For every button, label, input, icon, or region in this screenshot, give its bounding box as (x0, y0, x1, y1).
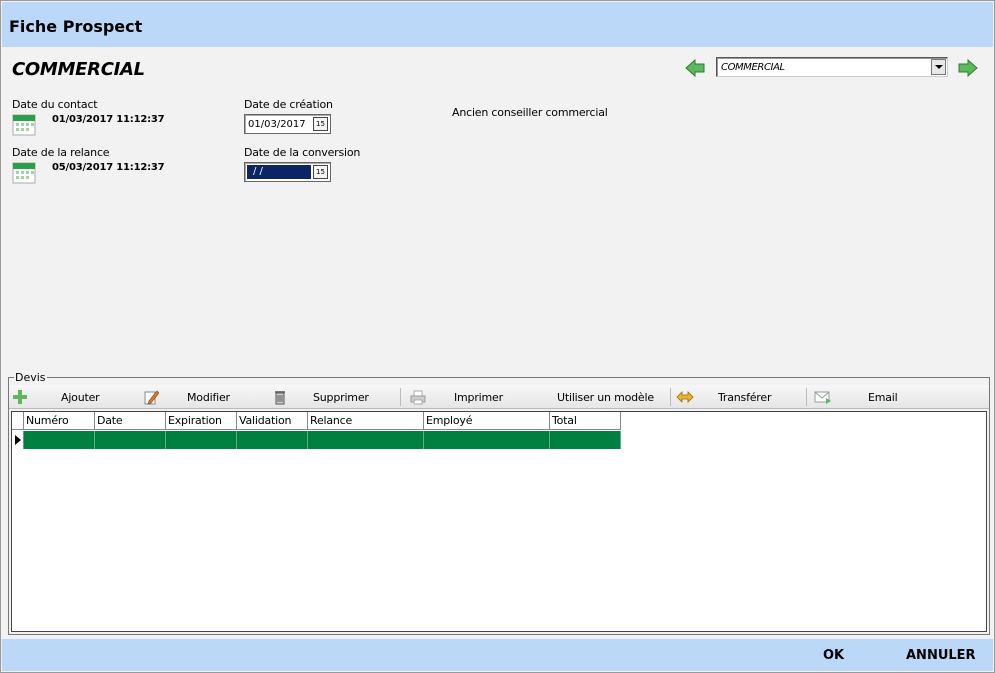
creation-date-value: 01/03/2017 (248, 119, 306, 130)
ok-button[interactable]: OK (823, 648, 844, 663)
contact-date-label: Date du contact (12, 98, 98, 111)
edit-label: Modifier (187, 390, 230, 404)
print-button[interactable]: Imprimer (409, 385, 503, 409)
fiche-prospect-window: Fiche Prospect COMMERCIAL COMMERCIAL Dat… (0, 0, 995, 673)
devis-table[interactable]: Numéro Date Expiration Validation Relanc… (11, 411, 987, 632)
use-template-button[interactable]: Utiliser un modèle (557, 385, 654, 409)
plus-icon (11, 388, 29, 406)
previous-arrow-icon[interactable] (685, 59, 705, 77)
cancel-button[interactable]: ANNULER (906, 648, 976, 663)
transfer-label: Transférer (718, 390, 772, 404)
column-header-total[interactable]: Total (550, 412, 621, 430)
printer-icon (409, 388, 427, 406)
table-cell[interactable] (550, 431, 621, 449)
trash-icon (271, 388, 289, 406)
table-cell[interactable] (24, 431, 95, 449)
email-button[interactable]: Email (814, 385, 898, 409)
table-row[interactable] (12, 431, 621, 449)
contact-date-value: 01/03/2017 11:12:37 (52, 114, 165, 125)
toolbar-divider (400, 388, 401, 406)
delete-button[interactable]: Supprimer (271, 385, 369, 409)
table-cell[interactable] (237, 431, 308, 449)
add-button[interactable]: Ajouter (11, 385, 100, 409)
delete-label: Supprimer (313, 390, 369, 404)
table-cell[interactable] (424, 431, 550, 449)
column-header-date[interactable]: Date (95, 412, 166, 430)
commercial-select-value: COMMERCIAL (721, 62, 785, 73)
chevron-down-icon[interactable] (931, 59, 946, 75)
relance-date-value: 05/03/2017 11:12:37 (52, 162, 165, 173)
table-cell[interactable] (166, 431, 237, 449)
toolbar-divider (806, 388, 807, 406)
column-header-numero[interactable]: Numéro (24, 412, 95, 430)
creation-date-label: Date de création (244, 98, 333, 111)
transfer-button[interactable]: Transférer (676, 385, 771, 409)
conversion-date-label: Date de la conversion (244, 146, 361, 159)
conversion-date-value: / / (247, 165, 311, 179)
pencil-icon (142, 388, 160, 406)
transfer-arrows-icon (676, 388, 694, 406)
next-arrow-icon[interactable] (958, 59, 978, 77)
column-header-employe[interactable]: Employé (424, 412, 550, 430)
calendar-icon[interactable] (12, 112, 36, 136)
title-bar: Fiche Prospect (2, 2, 993, 47)
devis-toolbar: Ajouter Modifier Supprimer Imprimer Util… (9, 385, 989, 409)
toolbar-divider (670, 388, 671, 406)
devis-legend: Devis (14, 371, 47, 384)
calendar-picker-icon[interactable]: 15 (313, 117, 328, 131)
edit-button[interactable]: Modifier (142, 385, 230, 409)
conversion-date-input[interactable]: / / 15 (244, 162, 331, 182)
add-label: Ajouter (61, 390, 100, 404)
column-header-relance[interactable]: Relance (308, 412, 424, 430)
print-label: Imprimer (454, 390, 503, 404)
window-title: Fiche Prospect (9, 17, 143, 36)
table-cell[interactable] (308, 431, 424, 449)
commercial-select[interactable]: COMMERCIAL (716, 57, 948, 77)
calendar-icon[interactable] (12, 160, 36, 184)
email-icon (814, 388, 832, 406)
footer-bar: OK ANNULER (2, 639, 993, 671)
table-cell[interactable] (95, 431, 166, 449)
row-indicator-header (12, 412, 24, 430)
section-title: COMMERCIAL (12, 59, 145, 80)
relance-date-label: Date de la relance (12, 146, 110, 159)
column-header-expiration[interactable]: Expiration (166, 412, 237, 430)
former-advisor-label: Ancien conseiller commercial (452, 106, 608, 119)
calendar-picker-icon[interactable]: 15 (313, 165, 328, 179)
use-template-label: Utiliser un modèle (557, 390, 654, 404)
row-pointer-icon (12, 431, 24, 449)
creation-date-input[interactable]: 01/03/2017 15 (244, 114, 331, 134)
table-header: Numéro Date Expiration Validation Relanc… (12, 412, 621, 430)
column-header-validation[interactable]: Validation (237, 412, 308, 430)
email-label: Email (868, 390, 898, 404)
